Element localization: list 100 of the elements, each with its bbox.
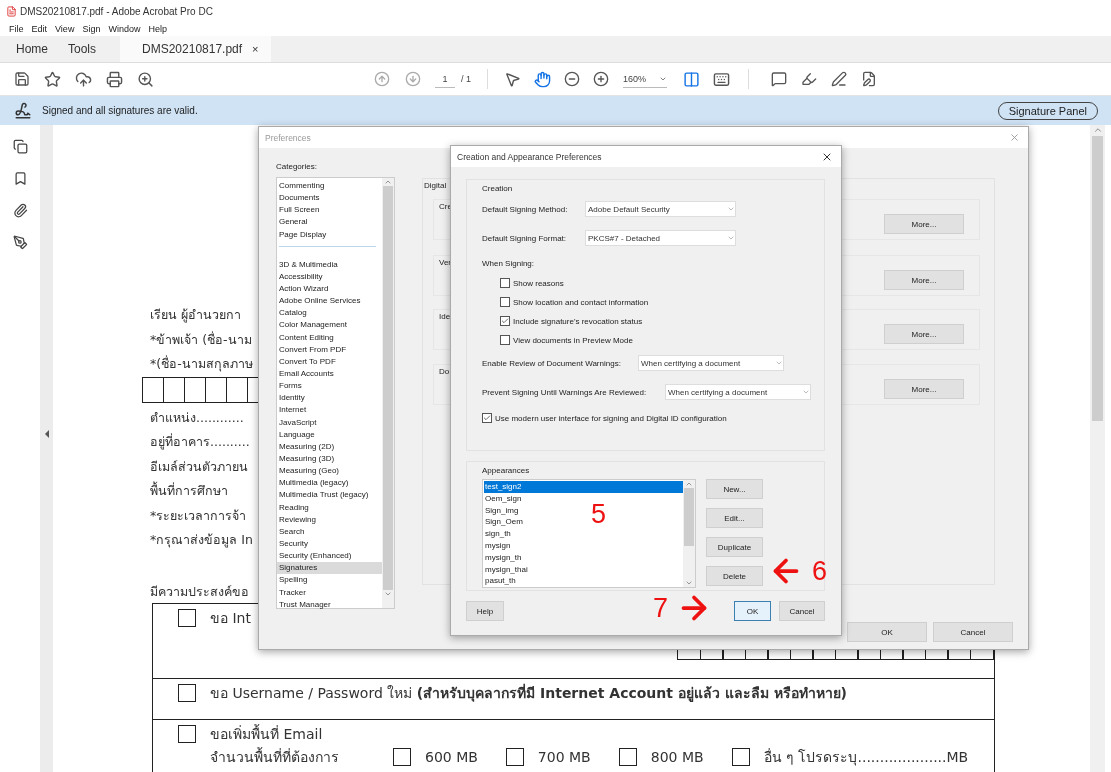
appearance-button[interactable]: Duplicate [706, 537, 763, 557]
help-button[interactable]: Help [466, 601, 504, 621]
keyboard-icon[interactable] [713, 70, 730, 88]
dialog-button[interactable]: Cancel [933, 622, 1013, 642]
checkbox[interactable] [482, 413, 492, 423]
chevron-down-icon[interactable] [384, 590, 392, 598]
category-item[interactable]: Convert To PDF [277, 355, 382, 368]
checkbox[interactable] [618, 748, 637, 766]
appearance-item[interactable]: Sign_img [484, 504, 519, 517]
category-item[interactable]: Reading [277, 501, 382, 514]
appearance-button[interactable]: Edit... [706, 508, 763, 528]
menu-item[interactable]: Sign [82, 24, 101, 34]
category-item[interactable]: Internet [277, 404, 382, 417]
menu-item[interactable]: Window [108, 24, 141, 34]
zoom-in-icon[interactable] [593, 71, 609, 87]
collapse-arrow-icon[interactable] [44, 429, 49, 438]
save-icon[interactable] [14, 71, 30, 87]
appearance-item[interactable]: mysign_th [484, 551, 522, 564]
dropdown[interactable]: Adobe Default Security [585, 201, 736, 217]
list-scrollbar[interactable] [382, 178, 394, 608]
category-item[interactable]: 3D & Multimedia [277, 258, 382, 271]
category-item[interactable]: General [277, 216, 382, 229]
dropdown[interactable]: When certifying a document [638, 355, 784, 371]
search-icon[interactable] [137, 70, 154, 88]
printer-icon[interactable] [106, 70, 123, 88]
category-item[interactable]: Page Display [277, 228, 382, 241]
more-button[interactable]: More... [884, 379, 964, 399]
chevron-up-icon[interactable] [685, 480, 693, 488]
dropdown[interactable]: PKCS#7 - Detached [585, 230, 736, 246]
appearance-item[interactable]: pasut_th [484, 575, 516, 587]
checkbox[interactable] [731, 748, 750, 766]
star-icon[interactable] [44, 70, 61, 88]
ok-button[interactable]: OK [734, 601, 771, 621]
category-item[interactable]: Security [277, 537, 382, 551]
more-button[interactable]: More... [884, 270, 964, 290]
category-item[interactable]: JavaScript [277, 416, 382, 429]
list-scrollbar[interactable] [683, 480, 695, 587]
appearance-button[interactable]: New... [706, 479, 763, 499]
category-item[interactable]: Spelling [277, 574, 382, 587]
pages-icon[interactable] [12, 139, 28, 154]
category-item[interactable]: Multimedia (legacy) [277, 477, 382, 490]
checkbox[interactable] [178, 725, 196, 743]
appearance-item[interactable]: mysign_thai [484, 563, 528, 576]
category-item[interactable]: Email Accounts [277, 367, 382, 381]
category-item[interactable]: Reviewing [277, 513, 382, 526]
dialog-button[interactable]: OK [847, 622, 927, 642]
page-number-field[interactable]: 1 [435, 70, 455, 88]
category-item[interactable]: Security (Enhanced) [277, 550, 382, 563]
zoom-dropdown[interactable]: 160% [623, 70, 667, 88]
tab-close[interactable]: × [252, 43, 259, 55]
category-item[interactable]: Signatures [277, 562, 382, 575]
menu-item[interactable]: File [9, 24, 24, 34]
file-edit-icon[interactable] [861, 71, 877, 87]
checkbox[interactable] [500, 297, 510, 307]
appearance-item[interactable]: sign_th [484, 528, 511, 540]
more-button[interactable]: More... [884, 324, 964, 344]
category-item[interactable]: Catalog [277, 307, 382, 320]
appearance-button[interactable]: Delete [706, 566, 763, 586]
category-item[interactable]: Adobe Online Services [277, 295, 382, 308]
menu-item[interactable]: Help [148, 24, 167, 34]
checkbox[interactable] [500, 278, 510, 288]
appearance-item[interactable]: test_sign2 [484, 481, 683, 493]
cloud-upload-icon[interactable] [75, 70, 92, 88]
paperclip-icon[interactable] [12, 203, 28, 218]
checkbox[interactable] [500, 335, 510, 345]
category-item[interactable]: Measuring (3D) [277, 452, 382, 466]
appearance-item[interactable]: Sign_Oem [484, 516, 523, 529]
category-item[interactable]: Accessibility [277, 270, 382, 283]
category-item[interactable]: Trust Manager [277, 598, 382, 611]
checkbox[interactable] [393, 748, 411, 766]
menu-item[interactable]: Edit [31, 24, 48, 34]
appearance-item[interactable]: Oem_sign [484, 492, 522, 505]
comment-icon[interactable] [771, 71, 787, 87]
tab[interactable]: Home [6, 36, 58, 62]
pointer-icon[interactable] [504, 70, 521, 88]
category-item[interactable]: Action Wizard [277, 283, 382, 296]
cancel-button[interactable]: Cancel [779, 601, 825, 621]
chevron-down-icon[interactable] [685, 579, 693, 587]
checkbox[interactable] [178, 684, 196, 702]
category-item[interactable]: Commenting [277, 180, 382, 193]
category-item[interactable]: Documents [277, 192, 382, 205]
category-item[interactable]: Convert From PDF [277, 343, 382, 356]
checkbox[interactable] [500, 316, 510, 326]
appearance-item[interactable]: mysign [484, 540, 511, 552]
scrollbar[interactable] [1090, 125, 1105, 772]
more-button[interactable]: More... [884, 214, 964, 234]
checkbox[interactable] [505, 748, 524, 766]
category-item[interactable]: Tracker [277, 586, 382, 599]
category-item[interactable]: Identity [277, 392, 382, 405]
chevron-up-icon[interactable] [384, 178, 392, 186]
category-item[interactable]: Color Management [277, 319, 382, 332]
highlighter-icon[interactable] [801, 71, 817, 87]
pen-tool-icon[interactable] [12, 235, 28, 250]
category-item[interactable]: Full Screen [277, 204, 382, 217]
menu-item[interactable]: View [55, 24, 75, 34]
category-item[interactable]: Language [277, 428, 382, 441]
category-item[interactable]: Content Editing [277, 331, 382, 344]
bookmark-icon[interactable] [12, 171, 28, 186]
category-item[interactable]: Multimedia Trust (legacy) [277, 489, 382, 502]
tab[interactable]: DMS20210817.pdf × [120, 36, 271, 62]
